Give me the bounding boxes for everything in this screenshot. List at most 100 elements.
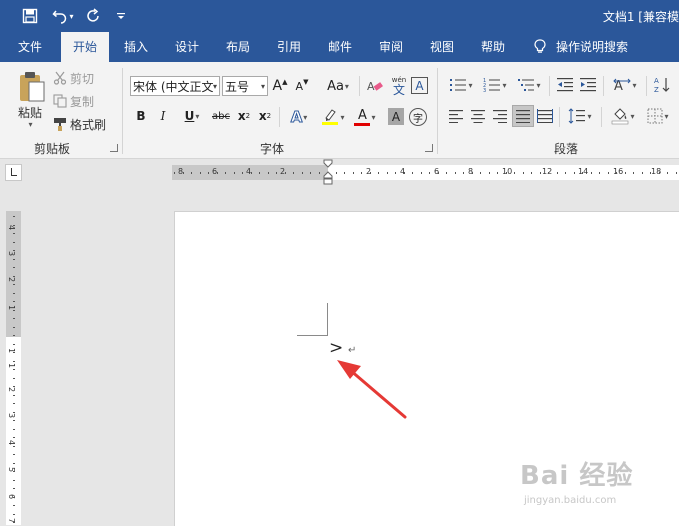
ruler-tick — [200, 172, 201, 174]
paste-button[interactable]: 粘贴 — [12, 104, 48, 120]
undo-icon — [52, 10, 67, 24]
ruler-label: 1 — [7, 362, 17, 369]
tab-design[interactable]: 设计 — [167, 32, 207, 62]
ruler-tick — [174, 172, 175, 174]
format-painter-button[interactable]: 格式刷 — [70, 116, 112, 132]
title-bar: ▾ 文档1 [兼容模 — [0, 0, 679, 32]
justify-icon[interactable] — [512, 105, 534, 127]
ruler-tick — [625, 172, 626, 174]
ruler-tick — [659, 172, 660, 174]
font-name-combo[interactable]: 宋体 (中文正文 ▾ — [130, 76, 220, 96]
tab-layout[interactable]: 布局 — [218, 32, 258, 62]
ruler-tick — [13, 497, 15, 498]
clear-formatting-icon[interactable]: A — [365, 76, 385, 96]
clipboard-group-label: 剪贴板 — [34, 142, 71, 156]
ruler-tick — [446, 172, 447, 174]
horizontal-ruler[interactable]: 864224681012141618 — [172, 159, 679, 185]
vertical-ruler[interactable]: 432111234567 — [6, 211, 21, 525]
ruler-tick — [455, 172, 456, 174]
distributed-align-icon[interactable] — [536, 106, 554, 126]
ruler-tick — [591, 172, 592, 174]
shading-button[interactable]: ▾ — [607, 106, 639, 126]
paste-icon[interactable] — [12, 68, 52, 106]
align-right-icon[interactable] — [491, 106, 509, 126]
tab-mailings[interactable]: 邮件 — [320, 32, 360, 62]
document-text[interactable]: > — [329, 338, 343, 358]
enclose-characters-button[interactable]: 字 — [409, 108, 427, 126]
increase-indent-icon[interactable] — [578, 74, 598, 96]
superscript-button[interactable]: x2 — [257, 107, 273, 125]
svg-text:A: A — [654, 77, 659, 85]
divider — [559, 107, 560, 127]
font-size-combo[interactable]: 五号 ▾ — [222, 76, 268, 96]
strikethrough-button[interactable]: abc — [210, 107, 232, 125]
ruler-tick — [183, 172, 184, 174]
ruler-tick — [13, 242, 15, 243]
clipboard-launcher-icon[interactable] — [110, 144, 118, 152]
ruler-tick — [676, 172, 677, 174]
subscript-button[interactable]: x2 — [236, 107, 252, 125]
tab-review[interactable]: 审阅 — [371, 32, 411, 62]
tab-home[interactable]: 开始 — [61, 32, 109, 62]
character-shading-button[interactable]: A — [388, 108, 404, 125]
divider — [603, 76, 604, 96]
font-color-button[interactable]: A ▾ — [352, 107, 378, 127]
ruler-tick — [574, 172, 575, 174]
font-launcher-icon[interactable] — [425, 144, 433, 152]
tab-selector-icon[interactable] — [5, 164, 22, 181]
ruler-tick — [650, 172, 651, 174]
ruler-tick — [13, 505, 15, 506]
tell-me-search[interactable]: 操作说明搜索 — [556, 32, 636, 62]
chevron-down-icon[interactable]: ▾ — [213, 77, 217, 95]
ruler-tick — [13, 471, 15, 472]
ruler-tick — [13, 276, 15, 277]
change-case-button[interactable]: Aa ▾ — [322, 76, 354, 96]
indent-marker-icon[interactable] — [323, 159, 333, 185]
line-spacing-button[interactable]: ▾ — [565, 106, 595, 126]
phonetic-guide-button[interactable]: wén 文 — [388, 74, 410, 98]
borders-button[interactable]: ▾ — [643, 106, 673, 126]
align-left-icon[interactable] — [447, 106, 465, 126]
chevron-down-icon[interactable]: ▾ — [261, 77, 265, 95]
strikethrough-icon: abc — [212, 110, 230, 122]
shrink-font-button[interactable]: A ▼ — [294, 76, 310, 96]
tab-help[interactable]: 帮助 — [473, 32, 513, 62]
tab-references[interactable]: 引用 — [269, 32, 309, 62]
character-border-button[interactable]: A — [411, 77, 428, 94]
tab-file[interactable]: 文件 — [8, 32, 52, 62]
character-shading-icon: A — [391, 109, 401, 124]
ruler-tick — [13, 514, 15, 515]
highlight-button[interactable]: ▾ — [318, 107, 348, 127]
ruler-tick — [13, 310, 15, 311]
tab-view[interactable]: 视图 — [422, 32, 462, 62]
customize-qat-icon[interactable] — [113, 6, 129, 26]
ruler-tick — [13, 318, 15, 319]
undo-dropdown-icon[interactable]: ▾ — [69, 12, 73, 21]
bold-button[interactable]: B — [134, 107, 148, 125]
undo-button[interactable]: ▾ — [48, 6, 78, 26]
ribbon-home: 粘贴 ▾ 剪切 复制 格式刷 剪贴板 宋体 (中文正文 ▾ 五号 ▾ A ▲ A ▼… — [0, 62, 679, 159]
italic-button[interactable]: I — [156, 107, 170, 125]
svg-text:3: 3 — [483, 88, 486, 93]
save-icon[interactable] — [20, 6, 40, 26]
chinese-layout-button[interactable]: A ▾ — [609, 74, 641, 96]
ruler-tick — [13, 284, 15, 285]
numbering-button[interactable]: 1 2 3 ▾ — [480, 74, 510, 96]
ruler-label: 10 — [502, 167, 513, 176]
ruler-tick — [268, 172, 269, 174]
text-effects-button[interactable]: A ▾ — [285, 107, 313, 127]
multilevel-list-button[interactable]: ▾ — [514, 74, 544, 96]
svg-text:Z: Z — [654, 86, 659, 94]
sort-icon[interactable]: AZ — [652, 74, 672, 96]
tab-insert[interactable]: 插入 — [116, 32, 156, 62]
cut-button[interactable]: 剪切 — [70, 70, 100, 86]
copy-button[interactable]: 复制 — [70, 93, 100, 109]
decrease-indent-icon[interactable] — [555, 74, 575, 96]
grow-font-button[interactable]: A ▲ — [272, 76, 288, 96]
bullets-button[interactable]: ▾ — [446, 74, 476, 96]
align-center-icon[interactable] — [469, 106, 487, 126]
underline-button[interactable]: U ▾ — [178, 107, 206, 125]
paste-dropdown-icon[interactable]: ▾ — [25, 119, 35, 129]
redo-icon[interactable] — [84, 6, 104, 26]
watermark-logo: Bai 经验 — [520, 461, 634, 491]
